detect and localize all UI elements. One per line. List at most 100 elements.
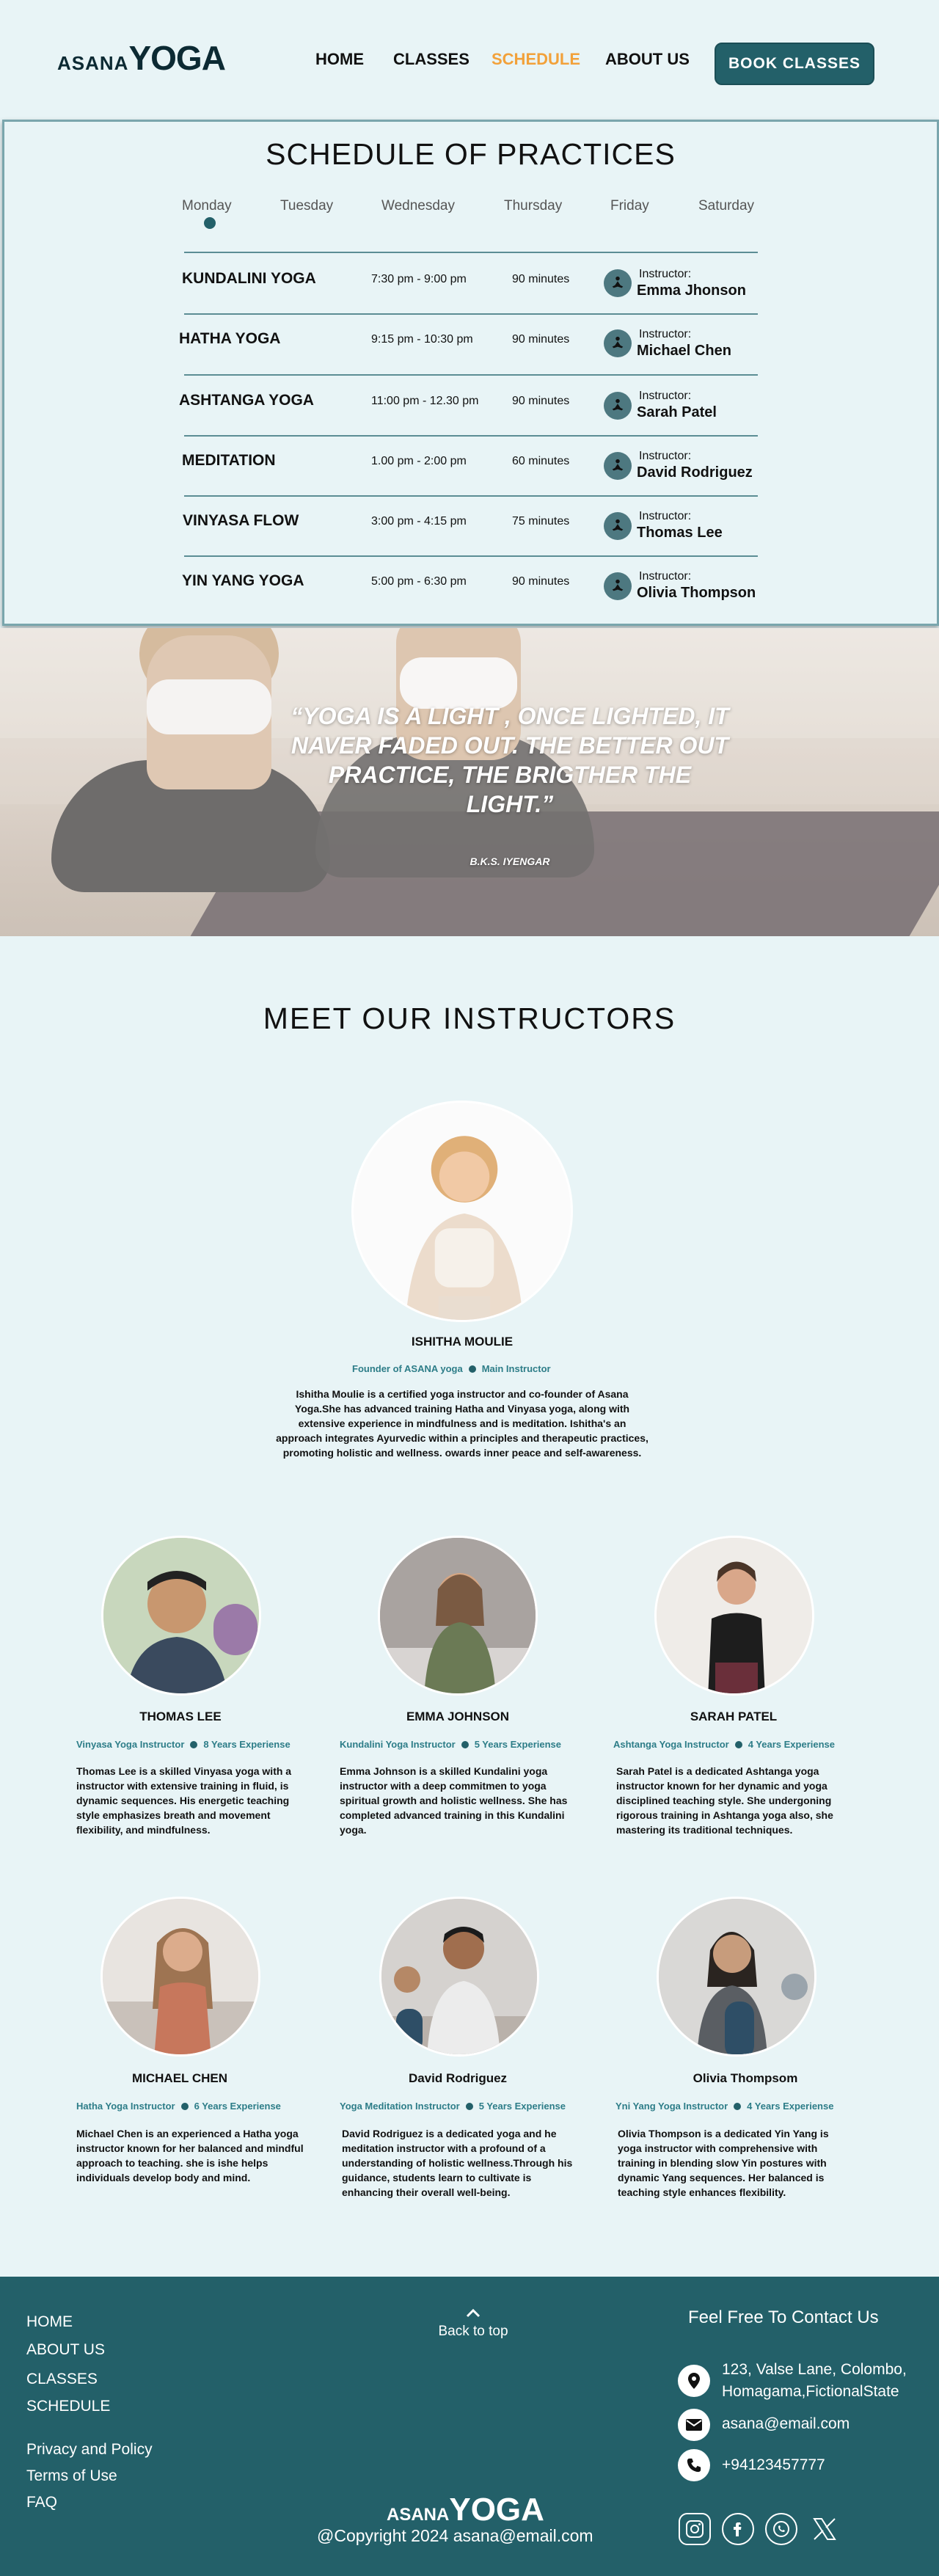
tab-tuesday[interactable]: Tuesday [280, 198, 333, 214]
phone-icon [678, 2449, 710, 2481]
whatsapp-icon[interactable] [765, 2513, 797, 2545]
logo-big-text: YOGA [128, 39, 225, 77]
tab-wednesday[interactable]: Wednesday [381, 198, 455, 214]
tab-saturday[interactable]: Saturday [698, 198, 754, 214]
separator-dot [465, 2102, 473, 2110]
class-name: MEDITATION [182, 452, 276, 469]
footer-logo-big: YOGA [449, 2492, 544, 2528]
book-classes-button[interactable]: BOOK CLASSES [715, 43, 874, 85]
nav-schedule[interactable]: SCHEDULE [492, 50, 580, 69]
instructor-role: Kundalini Yoga Instructor 5 Years Experi… [340, 1739, 561, 1750]
schedule-row: ASHTANGA YOGA 11:00 pm - 12.30 pm 90 min… [4, 379, 937, 437]
schedule-row: VINYASA FLOW 3:00 pm - 4:15 pm 75 minute… [4, 499, 937, 558]
instructor-bio: Michael Chen is an experienced a Hatha y… [76, 2128, 304, 2183]
footer-link-schedule[interactable]: SCHEDULE [26, 2398, 110, 2415]
meditation-icon [604, 329, 632, 357]
facebook-icon[interactable] [722, 2513, 754, 2545]
instructors-title: MEET OUR INSTRUCTORS [263, 1001, 676, 1035]
instructor-name: David Rodriguez [637, 464, 753, 481]
class-time: 9:15 pm - 10:30 pm [371, 333, 473, 346]
class-name: HATHA YOGA [179, 330, 281, 347]
instagram-icon[interactable] [679, 2513, 711, 2545]
instructor-role: Vinyasa Yoga Instructor 8 Years Experien… [76, 1739, 291, 1750]
instructor-role: Yoga Meditation Instructor 5 Years Exper… [340, 2101, 566, 2112]
footer-link-privacy[interactable]: Privacy and Policy [26, 2441, 153, 2459]
role-text-2: Main Instructor [481, 1363, 551, 1374]
footer-link-faq[interactable]: FAQ [26, 2494, 57, 2511]
footer-link-about-us[interactable]: ABOUT US [26, 2341, 105, 2359]
meditation-icon [604, 572, 632, 600]
experience-text: 5 Years Experiense [478, 2101, 566, 2112]
experience-text: 5 Years Experiense [474, 1739, 561, 1750]
role-text: Hatha Yoga Instructor [76, 2101, 175, 2112]
class-time: 11:00 pm - 12.30 pm [371, 395, 479, 407]
nav-classes[interactable]: CLASSES [393, 50, 470, 69]
footer-link-home[interactable]: HOME [26, 2313, 73, 2331]
class-time: 5:00 pm - 6:30 pm [371, 575, 467, 588]
location-pin-icon [678, 2365, 710, 2397]
instructor-label: Instructor: [639, 268, 692, 280]
row-divider [184, 495, 758, 497]
class-name: ASHTANGA YOGA [179, 392, 314, 409]
chevron-up-icon [425, 2307, 521, 2324]
address-line-1: 123, Valse Lane, Colombo, [722, 2361, 907, 2378]
logo[interactable]: ASANAYOGA [57, 38, 226, 78]
nav-home[interactable]: HOME [315, 50, 364, 69]
avatar [654, 1536, 814, 1696]
instructor-name: Thomas Lee [637, 525, 723, 541]
class-time: 1.00 pm - 2:00 pm [371, 455, 467, 467]
instructor-name: David Rodriguez [408, 2071, 508, 2085]
x-icon[interactable] [808, 2513, 841, 2545]
back-to-top-button[interactable]: Back to top [425, 2307, 521, 2340]
nav-about-us[interactable]: ABOUT US [605, 50, 690, 69]
copyright-text: @Copyright 2024 asana@email.com [317, 2526, 593, 2545]
experience-text: 4 Years Experiense [748, 1739, 836, 1750]
role-text: Kundalini Yoga Instructor [340, 1739, 456, 1750]
instructor-bio: Sarah Patel is a dedicated Ashtanga yoga… [616, 1765, 833, 1836]
tab-thursday[interactable]: Thursday [504, 198, 562, 214]
meditation-icon [604, 269, 632, 297]
contact-email[interactable]: asana@email.com [722, 2413, 850, 2435]
back-to-top-label: Back to top [438, 2324, 508, 2339]
row-divider [184, 555, 758, 557]
row-divider [184, 252, 758, 253]
separator-dot [468, 1365, 476, 1373]
meditation-icon [604, 512, 632, 540]
row-divider [184, 374, 758, 376]
separator-dot [180, 2102, 189, 2110]
instructor-bio: Emma Johnson is a skilled Kundalini yoga… [340, 1765, 568, 1836]
tab-friday[interactable]: Friday [610, 198, 649, 214]
class-duration: 90 minutes [512, 273, 570, 285]
site-header: ASANAYOGA HOME CLASSES SCHEDULE ABOUT US… [0, 0, 939, 117]
schedule-section: SCHEDULE OF PRACTICES Monday Tuesday Wed… [2, 120, 939, 626]
footer-link-classes[interactable]: CLASSES [26, 2371, 98, 2388]
class-duration: 75 minutes [512, 515, 570, 528]
role-text: Founder of ASANA yoga [352, 1363, 463, 1374]
instructor-bio: Ishitha Moulie is a certified yoga instr… [276, 1388, 648, 1459]
schedule-row: YIN YANG YOGA 5:00 pm - 6:30 pm 90 minut… [4, 559, 937, 618]
avatar [351, 1101, 573, 1322]
instructor-label: Instructor: [639, 510, 692, 522]
tab-monday[interactable]: Monday [182, 198, 232, 214]
avatar [101, 1536, 261, 1696]
class-duration: 90 minutes [512, 575, 570, 588]
role-text: Yni Yang Yoga Instructor [615, 2101, 728, 2112]
contact-phone[interactable]: +94123457777 [722, 2454, 825, 2476]
row-divider [184, 313, 758, 315]
instructor-role: Yni Yang Yoga Instructor 4 Years Experie… [615, 2101, 833, 2112]
footer-link-terms[interactable]: Terms of Use [26, 2467, 117, 2485]
experience-text: 6 Years Experiense [194, 2101, 281, 2112]
quote-hero: “YOGA IS A LIGHT , ONCE LIGHTED, IT NAVE… [0, 628, 939, 936]
experience-text: 8 Years Experiense [203, 1739, 291, 1750]
class-duration: 90 minutes [512, 395, 570, 407]
instructor-bio: David Rodriguez is a dedicated yoga and … [342, 2128, 573, 2198]
instructor-name: SARAH PATEL [690, 1710, 778, 1723]
site-footer: HOME ABOUT US CLASSES SCHEDULE Privacy a… [0, 2277, 939, 2576]
meditation-icon [604, 452, 632, 480]
instructor-label: Instructor: [639, 450, 692, 462]
class-time: 3:00 pm - 4:15 pm [371, 515, 467, 528]
role-text: Ashtanga Yoga Instructor [613, 1739, 729, 1750]
avatar [378, 1536, 538, 1696]
footer-logo[interactable]: ASANAYOGA [387, 2492, 544, 2528]
instructor-label: Instructor: [639, 390, 692, 402]
